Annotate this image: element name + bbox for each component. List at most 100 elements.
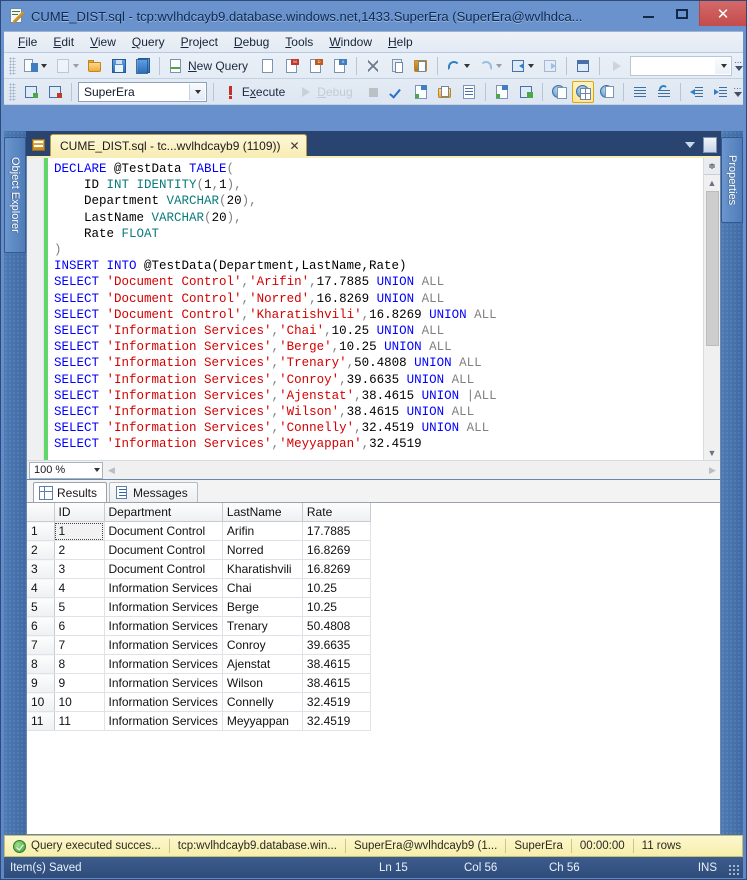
cell-id[interactable]: 10	[54, 692, 105, 712]
cell-rate[interactable]: 10.25	[302, 597, 371, 617]
toolbar-overflow-button[interactable]: ⋯	[734, 54, 743, 78]
new-project-button[interactable]	[52, 55, 82, 77]
cell-rate[interactable]: 32.4519	[302, 692, 371, 712]
resize-grip[interactable]	[728, 864, 740, 876]
cell-id[interactable]: 3	[54, 559, 105, 579]
database-selector[interactable]: SuperEra	[78, 81, 207, 102]
new-query-button[interactable]: NNew Queryew Query	[165, 55, 255, 77]
row-number[interactable]: 11	[27, 711, 55, 731]
cell-department[interactable]: Information Services	[104, 597, 223, 617]
cell-lastname[interactable]: Arifin	[222, 521, 303, 541]
editor-horizontal-scrollbar[interactable]	[119, 461, 705, 479]
cell-lastname[interactable]: Wilson	[222, 673, 303, 693]
column-header-department[interactable]: Department	[104, 503, 223, 522]
chevron-down-icon[interactable]	[685, 142, 695, 148]
disconnect-button[interactable]	[44, 81, 66, 103]
new-mdx-query-button[interactable]: M	[281, 55, 303, 77]
row-number[interactable]: 2	[27, 540, 55, 560]
save-all-button[interactable]	[132, 55, 154, 77]
query-options-button[interactable]	[434, 81, 456, 103]
cell-id[interactable]: 9	[54, 673, 105, 693]
table-row[interactable]: 9 9 Information Services Wilson 38.4615	[27, 673, 371, 693]
row-number[interactable]: 5	[27, 597, 55, 617]
select-all-corner[interactable]	[27, 503, 55, 522]
results-to-file-button[interactable]	[596, 81, 618, 103]
row-number[interactable]: 10	[27, 692, 55, 712]
menu-window[interactable]: Window	[321, 33, 380, 51]
cell-rate[interactable]: 32.4519	[302, 711, 371, 731]
scroll-thumb[interactable]	[705, 191, 719, 346]
cell-department[interactable]: Document Control	[104, 521, 223, 541]
menu-edit[interactable]: Edit	[45, 33, 82, 51]
cell-department[interactable]: Document Control	[104, 540, 223, 560]
sidebar-item-properties[interactable]: Properties	[721, 137, 743, 223]
column-header-rate[interactable]: Rate	[302, 503, 371, 522]
scroll-down-icon[interactable]: ▼	[705, 445, 720, 460]
stop-button[interactable]	[362, 81, 384, 103]
cell-lastname[interactable]: Chai	[222, 578, 303, 598]
column-header-id[interactable]: ID	[54, 503, 105, 522]
menu-tools[interactable]: Tools	[277, 33, 321, 51]
cell-department[interactable]: Information Services	[104, 711, 223, 731]
cell-lastname[interactable]: Ajenstat	[222, 654, 303, 674]
cell-department[interactable]: Information Services	[104, 616, 223, 636]
cell-rate[interactable]: 10.25	[302, 578, 371, 598]
scroll-left-icon[interactable]: ◀	[104, 465, 119, 476]
scroll-up-icon[interactable]: ▲	[705, 175, 720, 190]
split-view-button[interactable]: ≑	[703, 158, 720, 175]
row-number[interactable]: 4	[27, 578, 55, 598]
new-dmx-query-button[interactable]: D	[305, 55, 327, 77]
comment-button[interactable]	[629, 81, 651, 103]
table-row[interactable]: 7 7 Information Services Conroy 39.6635	[27, 635, 371, 655]
new-item-button[interactable]	[20, 55, 50, 77]
row-number[interactable]: 3	[27, 559, 55, 579]
cell-lastname[interactable]: Berge	[222, 597, 303, 617]
column-header-lastname[interactable]: LastName	[222, 503, 303, 522]
uncomment-button[interactable]	[653, 81, 675, 103]
cell-department[interactable]: Information Services	[104, 578, 223, 598]
parse-button[interactable]	[386, 81, 408, 103]
navigate-backward-button[interactable]	[507, 55, 537, 77]
editor-vertical-scrollbar[interactable]: ≑ ▲ ▼	[703, 158, 720, 460]
cell-rate[interactable]: 16.8269	[302, 540, 371, 560]
include-actual-plan-button[interactable]	[491, 81, 513, 103]
cell-department[interactable]: Information Services	[104, 673, 223, 693]
row-number[interactable]: 7	[27, 635, 55, 655]
intellisense-button[interactable]	[458, 81, 480, 103]
close-icon[interactable]: ✕	[290, 139, 300, 153]
cell-id[interactable]: 2	[54, 540, 105, 560]
cell-lastname[interactable]: Connelly	[222, 692, 303, 712]
debug-button[interactable]: Debug	[294, 81, 359, 103]
row-number[interactable]: 1	[27, 521, 55, 541]
cell-id[interactable]: 4	[54, 578, 105, 598]
results-to-text-button[interactable]	[548, 81, 570, 103]
cell-rate[interactable]: 16.8269	[302, 559, 371, 579]
maximize-button[interactable]	[665, 1, 699, 26]
table-row[interactable]: 8 8 Information Services Ajenstat 38.4615	[27, 654, 371, 674]
toolbar2-grip[interactable]	[9, 82, 16, 101]
menu-help[interactable]: Help	[380, 33, 421, 51]
table-row[interactable]: 2 2 Document Control Norred 16.8269	[27, 540, 371, 560]
cell-id[interactable]: 7	[54, 635, 105, 655]
table-row[interactable]: 3 3 Document Control Kharatishvili 16.8269	[27, 559, 371, 579]
cell-rate[interactable]: 38.4615	[302, 654, 371, 674]
cell-rate[interactable]: 50.4808	[302, 616, 371, 636]
cell-id[interactable]: 8	[54, 654, 105, 674]
close-button[interactable]: ✕	[699, 1, 746, 26]
tab-cume-dist-sql[interactable]: CUME_DIST.sql - tc...wvlhdcayb9 (1109)) …	[50, 134, 307, 156]
cell-lastname[interactable]: Trenary	[222, 616, 303, 636]
connect-button[interactable]	[20, 81, 42, 103]
table-row[interactable]: 10 10 Information Services Connelly 32.4519	[27, 692, 371, 712]
cell-rate[interactable]: 39.6635	[302, 635, 371, 655]
cell-lastname[interactable]: Norred	[222, 540, 303, 560]
copy-button[interactable]	[386, 55, 408, 77]
menu-file[interactable]: File	[10, 33, 45, 51]
run-button[interactable]	[605, 55, 627, 77]
row-number[interactable]: 9	[27, 673, 55, 693]
table-row[interactable]: 1 1 Document Control Arifin 17.7885	[27, 521, 371, 541]
cell-rate[interactable]: 38.4615	[302, 673, 371, 693]
redo-button[interactable]	[475, 55, 505, 77]
tab-messages[interactable]: Messages	[109, 482, 198, 502]
menu-view[interactable]: View	[82, 33, 124, 51]
tab-results[interactable]: Results	[33, 482, 108, 502]
